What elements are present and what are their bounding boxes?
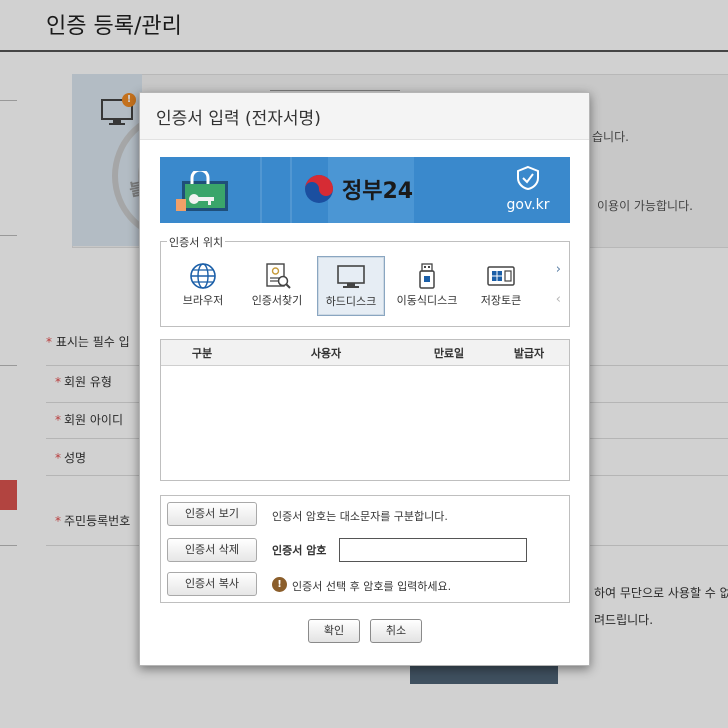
certificate-password-input[interactable] bbox=[339, 538, 527, 562]
certificate-location-group: 인증서 위치 브라우저 인증서찾기 하드디스크 이동식디스크 저장토큰 › ‹ bbox=[160, 234, 570, 327]
gov24-brand-text: 정부24 bbox=[342, 179, 414, 204]
location-hard-disk-button[interactable]: 하드디스크 bbox=[317, 256, 385, 316]
taegeuk-logo-icon bbox=[305, 175, 333, 203]
column-issuer: 발급자 bbox=[513, 347, 545, 360]
gov24-banner: 정부24 gov.kr bbox=[160, 157, 570, 223]
secure-monitor-lock-icon bbox=[176, 171, 228, 211]
location-token-label: 저장토큰 bbox=[480, 294, 522, 307]
certificate-search-icon bbox=[266, 263, 291, 289]
location-browser-label: 브라우저 bbox=[182, 294, 224, 307]
warning-message: 인증서 선택 후 암호를 입력하세요. bbox=[292, 580, 452, 593]
govkr-badge: gov.kr bbox=[498, 165, 558, 213]
certificate-table[interactable]: 구분 사용자 만료일 발급자 bbox=[160, 339, 570, 481]
view-certificate-button[interactable]: 인증서 보기 bbox=[167, 502, 257, 526]
shield-check-icon bbox=[517, 165, 539, 191]
location-find-cert-label: 인증서찾기 bbox=[251, 294, 303, 307]
column-user: 사용자 bbox=[310, 347, 342, 360]
token-card-icon bbox=[487, 266, 515, 286]
monitor-icon bbox=[337, 265, 365, 288]
gov24-logo: 정부24 bbox=[304, 171, 413, 207]
location-browser-button[interactable]: 브라우저 bbox=[169, 256, 237, 316]
govkr-text: gov.kr bbox=[506, 197, 550, 213]
location-token-button[interactable]: 저장토큰 bbox=[467, 256, 535, 316]
password-label: 인증서 암호 bbox=[272, 544, 327, 557]
location-hard-disk-label: 하드디스크 bbox=[325, 295, 377, 308]
ok-button[interactable]: 확인 bbox=[308, 619, 360, 643]
warning-icon: ! bbox=[272, 577, 287, 592]
case-sensitive-note: 인증서 암호는 대소문자를 구분합니다. bbox=[272, 510, 448, 523]
location-find-cert-button[interactable]: 인증서찾기 bbox=[243, 256, 311, 316]
delete-certificate-button[interactable]: 인증서 삭제 bbox=[167, 538, 257, 562]
certificate-table-header: 구분 사용자 만료일 발급자 bbox=[161, 340, 569, 366]
location-prev-arrow-icon[interactable]: ‹ bbox=[556, 292, 561, 307]
copy-certificate-button[interactable]: 인증서 복사 bbox=[167, 572, 257, 596]
column-expiry: 만료일 bbox=[433, 347, 465, 360]
certificate-controls: 인증서 보기 인증서 삭제 인증서 복사 인증서 암호는 대소문자를 구분합니다… bbox=[160, 495, 570, 603]
globe-icon bbox=[190, 263, 216, 289]
dialog-header: 인증서 입력 (전자서명) bbox=[140, 93, 589, 140]
column-type: 구분 bbox=[191, 347, 213, 360]
usb-icon bbox=[419, 263, 435, 289]
location-next-arrow-icon[interactable]: › bbox=[556, 262, 561, 277]
certificate-location-legend: 인증서 위치 bbox=[167, 234, 226, 250]
certificate-dialog: 인증서 입력 (전자서명) 정부24 gov.kr 인증서 위치 브라우저 인증… bbox=[139, 92, 590, 666]
location-removable-disk-label: 이동식디스크 bbox=[396, 294, 458, 307]
dialog-title: 인증서 입력 (전자서명) bbox=[156, 109, 321, 129]
location-removable-disk-button[interactable]: 이동식디스크 bbox=[393, 256, 461, 316]
cancel-button[interactable]: 취소 bbox=[370, 619, 422, 643]
